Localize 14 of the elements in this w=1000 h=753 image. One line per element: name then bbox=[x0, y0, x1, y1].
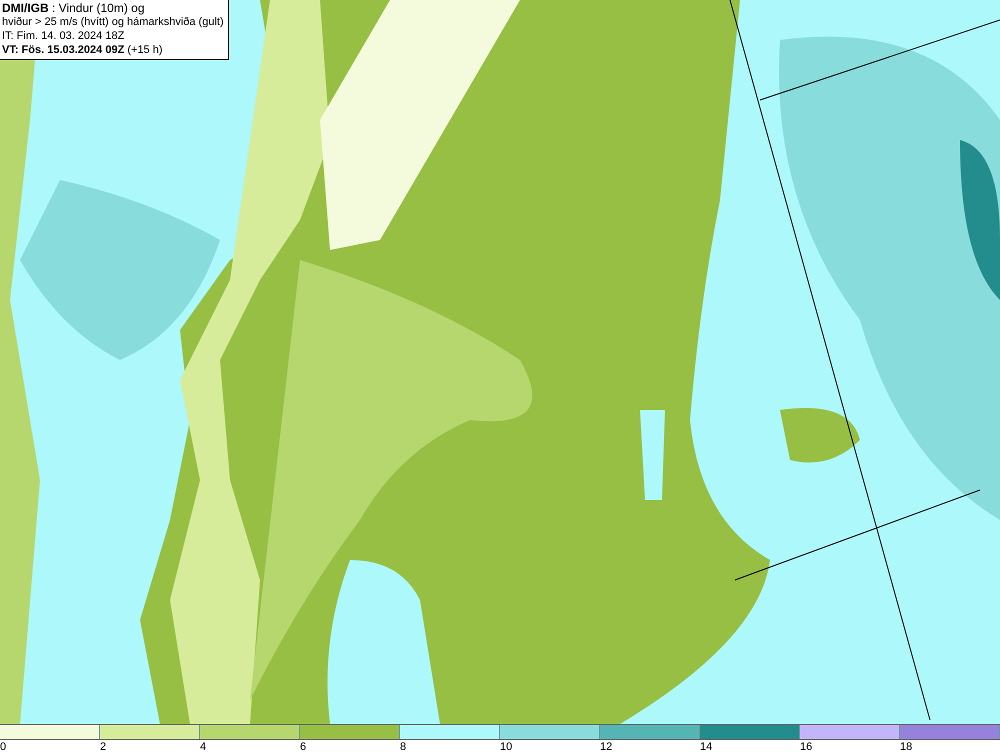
legend-label: 2 bbox=[100, 740, 106, 753]
legend-label: 12 bbox=[600, 740, 612, 753]
legend-label: 18 bbox=[900, 740, 912, 753]
title-line: DMI/IGB : Vindur (10m) og bbox=[2, 1, 146, 15]
legend-label: 6 bbox=[300, 740, 306, 753]
title-line: VT: Fös. 15.03.2024 09Z (+15 h) bbox=[2, 43, 164, 57]
legend-label: 0 bbox=[0, 740, 6, 753]
legend-label: 16 bbox=[800, 740, 812, 753]
legend-label: 4 bbox=[200, 740, 206, 753]
legend-label: 8 bbox=[400, 740, 406, 753]
title-line: hviður > 25 m/s (hvítt) og hámarkshviða (gult) bbox=[2, 15, 224, 29]
legend-label: 10 bbox=[500, 740, 512, 753]
legend-label: 14 bbox=[700, 740, 712, 753]
title-line: IT: Fim. 14. 03. 2024 18Z bbox=[2, 29, 126, 43]
